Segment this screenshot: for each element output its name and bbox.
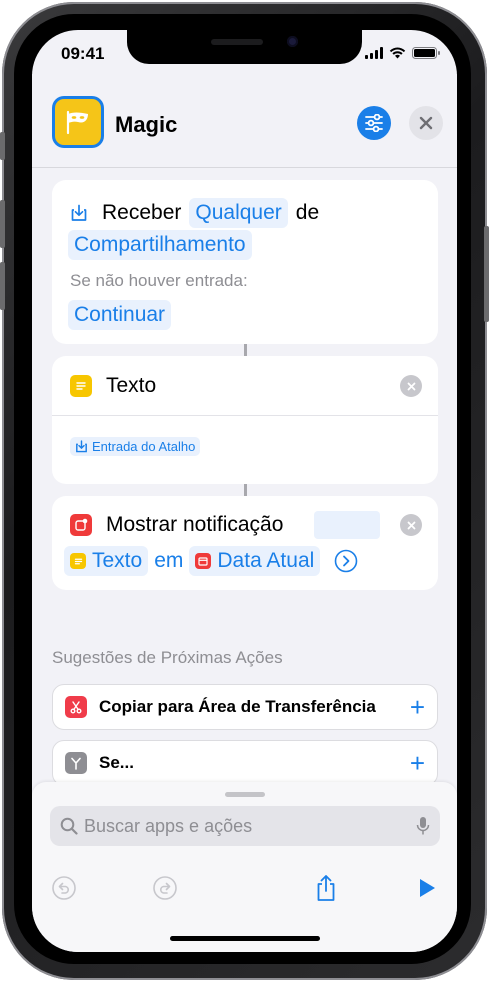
- text-action-title: Texto: [106, 374, 157, 397]
- front-camera: [287, 36, 298, 47]
- receive-verb: Receber: [102, 201, 182, 224]
- shortcut-title[interactable]: Magic: [115, 112, 177, 138]
- text-variable-chip[interactable]: Texto: [64, 546, 149, 576]
- status-time: 09:41: [61, 44, 105, 63]
- action-connector: [244, 484, 247, 496]
- volume-down-button: [0, 262, 5, 310]
- redo-icon: [153, 876, 177, 900]
- share-icon: [317, 875, 335, 901]
- text-variable-label: Texto: [92, 549, 143, 572]
- notch: [127, 30, 362, 64]
- shortcut-input-label: Entrada do Atalho: [92, 439, 196, 454]
- undo-button[interactable]: [44, 868, 84, 908]
- fallback-chip[interactable]: Continuar: [68, 300, 172, 330]
- action-connector: [244, 344, 247, 356]
- screen: 09:41 Magic Receber Qualquer de Comparti…: [32, 30, 457, 952]
- search-icon: [60, 817, 78, 835]
- undo-icon: [52, 876, 76, 900]
- search-field[interactable]: [50, 806, 440, 846]
- add-suggestion-icon[interactable]: +: [410, 694, 425, 720]
- close-icon: [419, 116, 433, 130]
- search-input[interactable]: [84, 815, 416, 837]
- close-icon: [407, 521, 415, 529]
- home-indicator: [170, 936, 320, 941]
- share-button[interactable]: [306, 868, 346, 908]
- notification-title-field[interactable]: [314, 511, 380, 539]
- battery-icon: [412, 47, 440, 59]
- scissors-icon: [65, 696, 87, 718]
- current-date-chip[interactable]: Data Atual: [189, 546, 321, 576]
- branch-icon: [65, 752, 87, 774]
- suggestion-if[interactable]: Se... +: [52, 740, 438, 786]
- speaker: [211, 39, 263, 45]
- input-type-chip[interactable]: Qualquer: [189, 198, 288, 228]
- editor-header: Magic: [32, 74, 457, 168]
- current-date-label: Data Atual: [217, 549, 315, 572]
- cellular-signal-icon: [365, 47, 383, 59]
- status-icons: [365, 47, 440, 59]
- suggestion-label: Se...: [99, 753, 134, 772]
- editor-toolbar: [32, 868, 457, 908]
- suggestion-copy-to-clipboard[interactable]: Copiar para Área de Transferência +: [52, 684, 438, 730]
- notification-action-title: Mostrar notificação: [106, 513, 284, 536]
- close-button[interactable]: [409, 106, 443, 140]
- add-suggestion-icon[interactable]: +: [410, 750, 425, 776]
- mask-icon: [66, 110, 88, 135]
- redo-button[interactable]: [145, 868, 185, 908]
- text-icon: [70, 375, 92, 397]
- suggestions-title: Sugestões de Próximas Ações: [52, 648, 283, 667]
- share-input-icon: [76, 440, 87, 453]
- calendar-icon: [195, 553, 212, 569]
- card-divider: [52, 415, 438, 416]
- notification-connector: em: [154, 549, 184, 572]
- action-search-panel: [32, 782, 457, 952]
- fallback-label: Se não houver entrada:: [70, 271, 248, 290]
- input-source-chip[interactable]: Compartilhamento: [68, 230, 252, 260]
- suggestion-label: Copiar para Área de Transferência: [99, 697, 376, 716]
- remove-text-action-button[interactable]: [400, 375, 422, 397]
- text-icon: [70, 553, 86, 569]
- run-button[interactable]: [407, 868, 447, 908]
- show-notification-action[interactable]: Mostrar notificação Texto em Data Atual: [52, 496, 438, 590]
- share-input-icon: [71, 204, 87, 221]
- remove-notification-action-button[interactable]: [400, 514, 422, 536]
- mute-switch: [0, 132, 5, 160]
- chevron-right-circle-icon[interactable]: [334, 549, 358, 573]
- shortcut-input-chip[interactable]: Entrada do Atalho: [70, 437, 201, 456]
- receive-connector: de: [295, 201, 320, 224]
- power-button: [484, 226, 489, 322]
- play-icon: [420, 879, 435, 897]
- shortcut-icon[interactable]: [52, 96, 104, 148]
- notification-icon: [70, 514, 92, 536]
- microphone-icon[interactable]: [416, 816, 430, 836]
- close-icon: [407, 382, 415, 390]
- receive-input-action[interactable]: Receber Qualquer de Compartilhamento Se …: [52, 180, 438, 344]
- settings-button[interactable]: [357, 106, 391, 140]
- wifi-icon: [389, 47, 406, 59]
- sliders-icon: [365, 114, 383, 132]
- volume-up-button: [0, 200, 5, 248]
- text-action[interactable]: Texto Entrada do Atalho: [52, 356, 438, 484]
- panel-grabber[interactable]: [225, 792, 265, 797]
